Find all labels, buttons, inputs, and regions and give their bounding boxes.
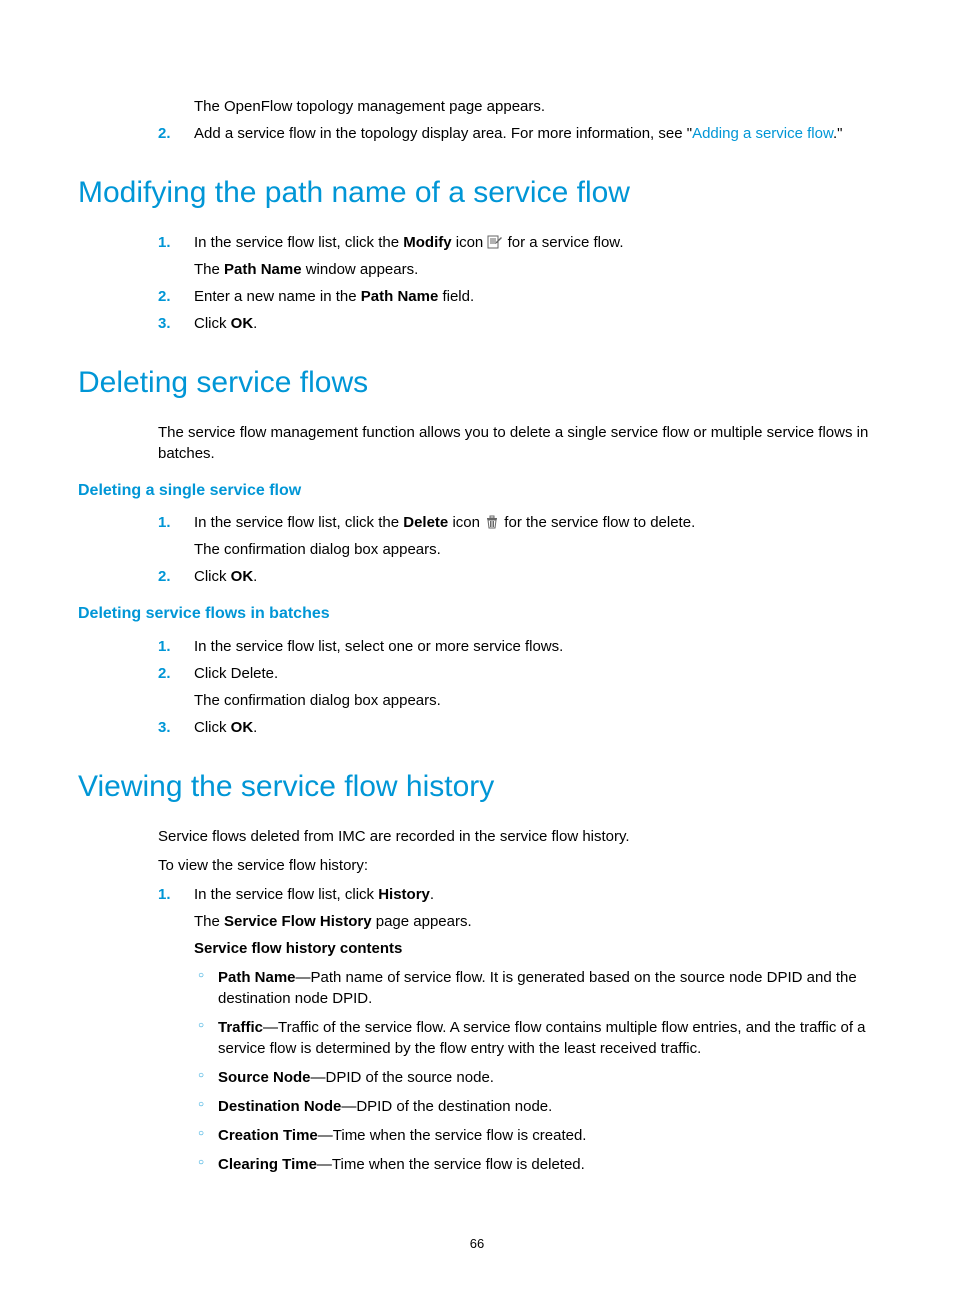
text: . bbox=[253, 719, 257, 736]
history-para-1: Service flows deleted from IMC are recor… bbox=[158, 826, 876, 847]
text: In the service flow list, click bbox=[194, 886, 378, 903]
modify-icon bbox=[487, 234, 503, 248]
step-marker: 1. bbox=[158, 512, 171, 533]
modify-step1-result: The Path Name window appears. bbox=[194, 259, 876, 280]
service-flow-history-label: Service Flow History bbox=[224, 913, 372, 930]
subheading-delete-single: Deleting a single service flow bbox=[78, 480, 876, 502]
step-marker: 3. bbox=[158, 313, 171, 334]
modify-step-3: 3. Click OK. bbox=[158, 313, 876, 334]
history-step-1: 1. In the service flow list, click Histo… bbox=[158, 884, 876, 1175]
path-name-label: Path Name bbox=[361, 288, 439, 305]
delete-batch-steps: 1. In the service flow list, select one … bbox=[158, 636, 876, 738]
label: Source Node bbox=[218, 1069, 311, 1086]
text: The bbox=[194, 913, 224, 930]
adding-service-flow-link[interactable]: Adding a service flow bbox=[692, 125, 833, 142]
history-item-source-node: Source Node—DPID of the source node. bbox=[194, 1067, 876, 1088]
text: In the service flow list, select one or … bbox=[194, 638, 563, 655]
heading-deleting-service-flows: Deleting service flows bbox=[78, 362, 876, 404]
delete-single-steps: 1. In the service flow list, click the D… bbox=[158, 512, 876, 587]
history-item-traffic: Traffic—Traffic of the service flow. A s… bbox=[194, 1017, 876, 1059]
step-marker: 2. bbox=[158, 286, 171, 307]
desc: —Time when the service flow is deleted. bbox=[317, 1156, 585, 1173]
delete-batch-step-1: 1. In the service flow list, select one … bbox=[158, 636, 876, 657]
delete-batch-step-3: 3. Click OK. bbox=[158, 717, 876, 738]
history-contents-list: Path Name—Path name of service flow. It … bbox=[194, 967, 876, 1175]
text: In the service flow list, click the bbox=[194, 514, 403, 531]
label: Path Name bbox=[218, 969, 296, 986]
deleting-intro-para: The service flow management function all… bbox=[158, 422, 876, 464]
modify-steps: 1. In the service flow list, click the M… bbox=[158, 232, 876, 334]
text: icon bbox=[448, 514, 484, 531]
ok-label: OK bbox=[231, 568, 254, 585]
text: Click bbox=[194, 719, 231, 736]
delete-batch-step-2: 2. Click Delete. The confirmation dialog… bbox=[158, 663, 876, 711]
ok-label: OK bbox=[231, 719, 254, 736]
intro-step-2: 2. Add a service flow in the topology di… bbox=[158, 123, 876, 144]
step-marker: 3. bbox=[158, 717, 171, 738]
delete-single-result: The confirmation dialog box appears. bbox=[194, 539, 876, 560]
history-steps: 1. In the service flow list, click Histo… bbox=[158, 884, 876, 1175]
intro-steps: The OpenFlow topology management page ap… bbox=[158, 96, 876, 144]
intro-step2-text-b: ." bbox=[833, 125, 843, 142]
text: for a service flow. bbox=[503, 234, 623, 251]
desc: —DPID of the destination node. bbox=[341, 1098, 552, 1115]
desc: —DPID of the source node. bbox=[311, 1069, 494, 1086]
page-number: 66 bbox=[78, 1235, 876, 1253]
history-item-destination-node: Destination Node—DPID of the destination… bbox=[194, 1096, 876, 1117]
history-item-clearing-time: Clearing Time—Time when the service flow… bbox=[194, 1154, 876, 1175]
history-label: History bbox=[378, 886, 430, 903]
ok-label: OK bbox=[231, 315, 254, 332]
modify-label: Modify bbox=[403, 234, 451, 251]
step-marker: 1. bbox=[158, 232, 171, 253]
text: Enter a new name in the bbox=[194, 288, 361, 305]
text: field. bbox=[438, 288, 474, 305]
delete-label: Delete bbox=[403, 514, 448, 531]
history-contents-heading: Service flow history contents bbox=[194, 938, 876, 959]
intro-result-text: The OpenFlow topology management page ap… bbox=[194, 98, 545, 115]
delete-icon bbox=[484, 514, 500, 528]
history-item-creation-time: Creation Time—Time when the service flow… bbox=[194, 1125, 876, 1146]
text: . bbox=[253, 315, 257, 332]
text: page appears. bbox=[372, 913, 472, 930]
path-name-label: Path Name bbox=[224, 261, 302, 278]
desc: —Time when the service flow is created. bbox=[318, 1127, 587, 1144]
history-result: The Service Flow History page appears. bbox=[194, 911, 876, 932]
delete-single-step-2: 2. Click OK. bbox=[158, 566, 876, 587]
text: icon bbox=[452, 234, 488, 251]
step-marker: 1. bbox=[158, 636, 171, 657]
heading-modifying-path-name: Modifying the path name of a service flo… bbox=[78, 172, 876, 214]
delete-single-step-1: 1. In the service flow list, click the D… bbox=[158, 512, 876, 560]
label: Traffic bbox=[218, 1019, 263, 1036]
text: for the service flow to delete. bbox=[500, 514, 695, 531]
modify-step-2: 2. Enter a new name in the Path Name fie… bbox=[158, 286, 876, 307]
text: The bbox=[194, 261, 224, 278]
text: Click bbox=[194, 315, 231, 332]
text: Click Delete. bbox=[194, 665, 278, 682]
text: . bbox=[253, 568, 257, 585]
history-item-path-name: Path Name—Path name of service flow. It … bbox=[194, 967, 876, 1009]
history-para-2: To view the service flow history: bbox=[158, 855, 876, 876]
text: . bbox=[430, 886, 434, 903]
label: Creation Time bbox=[218, 1127, 318, 1144]
step-marker: 2. bbox=[158, 566, 171, 587]
label: Clearing Time bbox=[218, 1156, 317, 1173]
desc: —Traffic of the service flow. A service … bbox=[218, 1019, 866, 1057]
desc: —Path name of service flow. It is genera… bbox=[218, 969, 857, 1007]
delete-batch-result: The confirmation dialog box appears. bbox=[194, 690, 876, 711]
label: Destination Node bbox=[218, 1098, 341, 1115]
step-marker: 2. bbox=[158, 123, 171, 144]
subheading-delete-batch: Deleting service flows in batches bbox=[78, 603, 876, 625]
intro-step-result: The OpenFlow topology management page ap… bbox=[158, 96, 876, 117]
step-marker: 2. bbox=[158, 663, 171, 684]
text: window appears. bbox=[302, 261, 419, 278]
text: In the service flow list, click the bbox=[194, 234, 403, 251]
heading-viewing-history: Viewing the service flow history bbox=[78, 766, 876, 808]
text: Click bbox=[194, 568, 231, 585]
modify-step-1: 1. In the service flow list, click the M… bbox=[158, 232, 876, 280]
step-marker: 1. bbox=[158, 884, 171, 905]
intro-step2-text-a: Add a service flow in the topology displ… bbox=[194, 125, 692, 142]
